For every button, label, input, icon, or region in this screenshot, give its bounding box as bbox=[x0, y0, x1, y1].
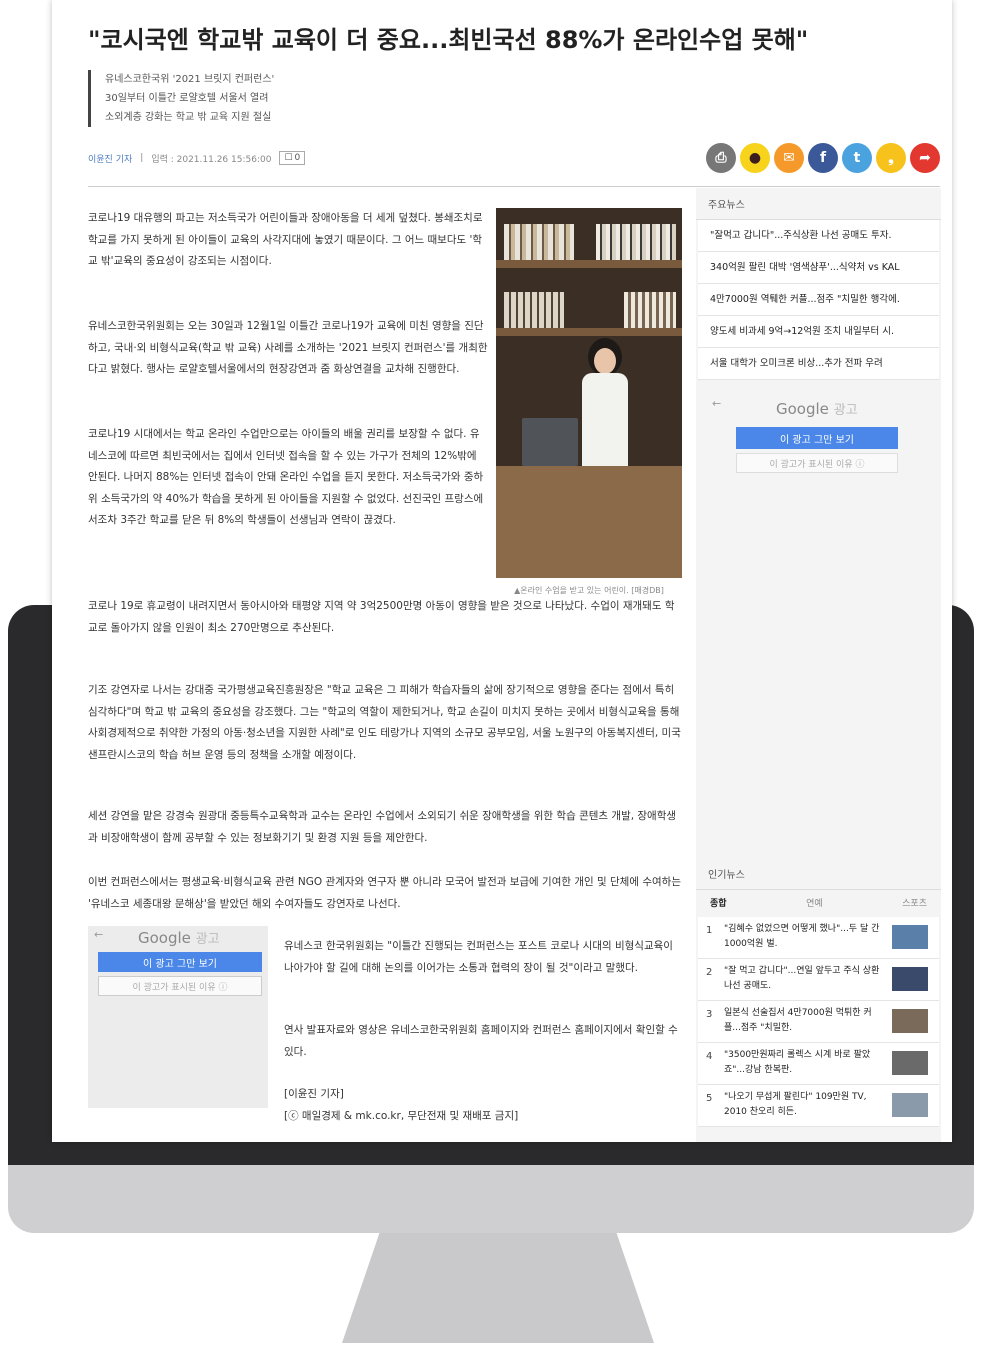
sidebar: 주요뉴스 "잘먹고 갑니다"...주식상환 나선 공매도 투자. 340억원 팔… bbox=[696, 188, 941, 1142]
publish-time: 입력 : 2021.11.26 15:56:00 bbox=[151, 154, 272, 165]
reporter-link[interactable]: 이윤진 기자 bbox=[88, 152, 132, 165]
article-paragraph: 이번 컨퍼런스에서는 평생교육·비형식교육 관련 NGO 관계자와 연구자 뿐 … bbox=[88, 876, 681, 910]
header-divider bbox=[88, 186, 940, 187]
byline: 이윤진 기자 | 입력 : 2021.11.26 15:56:00 ☐ 0 bbox=[88, 151, 306, 165]
twitter-icon[interactable]: t bbox=[842, 143, 872, 173]
article-paragraph: 코로나 19로 휴교령이 내려지면서 동아시아와 태평양 지역 약 3억2500… bbox=[88, 600, 675, 634]
rank-number: 1 bbox=[706, 925, 713, 936]
rank-number: 4 bbox=[706, 1051, 713, 1062]
popular-news-title: 인기뉴스 bbox=[696, 858, 941, 890]
article-subheads: 유네스코한국위 '2021 브릿지 컨퍼런스' 30일부터 이틀간 로얄호텔 서… bbox=[88, 70, 274, 127]
print-icon[interactable]: ⎙ bbox=[706, 143, 736, 173]
article-paragraph: 연사 발표자료와 영상은 유네스코한국위원회 홈페이지와 컨퍼런스 홈페이지에서… bbox=[284, 1024, 678, 1058]
main-news-title: 주요뉴스 bbox=[696, 188, 941, 220]
tab-entertainment[interactable]: 연예 bbox=[806, 896, 823, 909]
article-paragraph: 유네스코한국위원회는 오는 30일과 12월1일 이틀간 코로나19가 교육에 … bbox=[88, 320, 488, 375]
popular-item[interactable]: 2 "잘 먹고 갑니다"...연일 앞두고 주식 상환 나선 공매도. bbox=[698, 959, 939, 1001]
thumbnail-image bbox=[892, 925, 928, 949]
main-news-item[interactable]: 서울 대학가 오미크론 비상...추가 전파 우려 bbox=[698, 348, 939, 380]
mail-icon[interactable]: ✉ bbox=[774, 143, 804, 173]
popular-headline: "김혜수 없었으면 어떻게 했나"...두 달 간 1000억원 벌. bbox=[724, 924, 880, 949]
kakaotalk-icon[interactable]: ● bbox=[740, 143, 770, 173]
share-toolbar: ⎙ ● ✉ f t ❟ ➦ bbox=[706, 143, 940, 173]
popular-item[interactable]: 4 "3500만원짜리 롤렉스 시계 바로 팔았죠"...강남 한복판. bbox=[698, 1043, 939, 1085]
rank-number: 5 bbox=[706, 1093, 713, 1104]
article-copyright: [ⓒ 매일경제 & mk.co.kr, 무단전재 및 재배포 금지] bbox=[284, 1110, 519, 1122]
comment-button[interactable]: ☐ 0 bbox=[279, 151, 306, 165]
facebook-icon[interactable]: f bbox=[808, 143, 838, 173]
article-paragraph: 세션 강연을 맡은 강경숙 원광대 중등특수교육학과 교수는 온라인 수업에서 … bbox=[88, 810, 677, 844]
ad-why-button[interactable]: 이 광고가 표시된 이유 ⓘ bbox=[736, 453, 898, 473]
popular-headline: "나오기 무섭게 팔린다" 109만원 TV, 2010 찬오리 히든. bbox=[724, 1092, 867, 1117]
ad-stop-button[interactable]: 이 광고 그만 보기 bbox=[736, 427, 898, 449]
sidebar-ad: ← Google 광고 이 광고 그만 보기 이 광고가 표시된 이유 ⓘ bbox=[706, 393, 931, 483]
popular-headline: "3500만원짜리 롤렉스 시계 바로 팔았죠"...강남 한복판. bbox=[724, 1050, 871, 1075]
main-news-item[interactable]: 양도세 비과세 9억→12억원 조치 내일부터 시. bbox=[698, 316, 939, 348]
kakaostory-icon[interactable]: ❟ bbox=[876, 143, 906, 173]
subhead: 소외계층 강화는 학교 밖 교육 지원 절실 bbox=[105, 112, 272, 123]
subhead: 30일부터 이틀간 로얄호텔 서울서 열려 bbox=[105, 93, 269, 104]
popular-headline: 일본식 선술집서 4만7000원 먹튀한 커플...점주 "치밀한. bbox=[724, 1008, 872, 1033]
ad-why-button[interactable]: 이 광고가 표시된 이유 ⓘ bbox=[98, 976, 262, 996]
monitor-stand bbox=[342, 1233, 654, 1343]
popular-item[interactable]: 1 "김혜수 없었으면 어떻게 했나"...두 달 간 1000억원 벌. bbox=[698, 917, 939, 959]
rank-number: 3 bbox=[706, 1009, 713, 1020]
rank-number: 2 bbox=[706, 967, 713, 978]
article-paragraph: 코로나19 대유행의 파고는 저소득국가 어린이들과 장애아동을 더 세게 덮쳤… bbox=[88, 212, 483, 267]
article-signoff: [이윤진 기자] bbox=[284, 1088, 344, 1100]
popular-headline: "잘 먹고 갑니다"...연일 앞두고 주식 상환 나선 공매도. bbox=[724, 966, 880, 991]
ad-google-label: Google 광고 bbox=[138, 929, 220, 947]
popular-item[interactable]: 5 "나오기 무섭게 팔린다" 109만원 TV, 2010 찬오리 히든. bbox=[698, 1085, 939, 1127]
inline-ad: ← Google 광고 이 광고 그만 보기 이 광고가 표시된 이유 ⓘ bbox=[88, 926, 268, 1108]
thumbnail-image bbox=[892, 1009, 928, 1033]
tab-sports[interactable]: 스포츠 bbox=[902, 896, 927, 909]
article-paragraph: 코로나19 시대에서는 학교 온라인 수업만으로는 아이들의 배울 권리를 보장… bbox=[88, 428, 484, 526]
article-paragraph: 유네스코 한국위원회는 "이틀간 진행되는 컨퍼런스는 포스트 코로나 시대의 … bbox=[284, 940, 673, 974]
tab-overall[interactable]: 종합 bbox=[710, 896, 727, 909]
popular-news: 인기뉴스 종합 연예 스포츠 1 "김혜수 없었으면 어떻게 했나"...두 달… bbox=[696, 858, 941, 1127]
ad-back-icon[interactable]: ← bbox=[712, 397, 721, 410]
monitor-chin bbox=[8, 1165, 974, 1233]
thumbnail-image bbox=[892, 1051, 928, 1075]
main-news-item[interactable]: 340억원 팔린 대박 '염색샴푸'...식약처 vs KAL bbox=[698, 252, 939, 284]
thumbnail-image bbox=[892, 967, 928, 991]
comment-count: 0 bbox=[294, 153, 301, 163]
article-headline: "코시국엔 학교밖 교육이 더 중요...최빈국선 88%가 온라인수업 못해" bbox=[88, 26, 809, 54]
article-paragraph: 기조 강연자로 나서는 강대중 국가평생교육진흥원장은 "학교 교육은 그 피해… bbox=[88, 684, 681, 761]
article-photo bbox=[496, 208, 682, 578]
main-news-item[interactable]: "잘먹고 갑니다"...주식상환 나선 공매도 투자. bbox=[698, 220, 939, 252]
popular-item[interactable]: 3 일본식 선술집서 4만7000원 먹튀한 커플...점주 "치밀한. bbox=[698, 1001, 939, 1043]
subhead: 유네스코한국위 '2021 브릿지 컨퍼런스' bbox=[105, 74, 275, 85]
photo-caption: ▲온라인 수업을 받고 있는 어린이. [매경DB] bbox=[514, 586, 664, 595]
byline-separator: | bbox=[140, 153, 144, 163]
comment-icon: ☐ bbox=[284, 153, 293, 163]
popular-tabs: 종합 연예 스포츠 bbox=[696, 890, 941, 917]
share-icon[interactable]: ➦ bbox=[910, 143, 940, 173]
main-news-item[interactable]: 4만7000원 역퉤한 커플...점주 "치밀한 행각에. bbox=[698, 284, 939, 316]
thumbnail-image bbox=[892, 1093, 928, 1117]
ad-google-label: Google 광고 bbox=[776, 400, 858, 418]
ad-back-icon[interactable]: ← bbox=[94, 928, 103, 941]
article-page: "코시국엔 학교밖 교육이 더 중요...최빈국선 88%가 온라인수업 못해"… bbox=[52, 0, 952, 1142]
ad-stop-button[interactable]: 이 광고 그만 보기 bbox=[98, 952, 262, 972]
